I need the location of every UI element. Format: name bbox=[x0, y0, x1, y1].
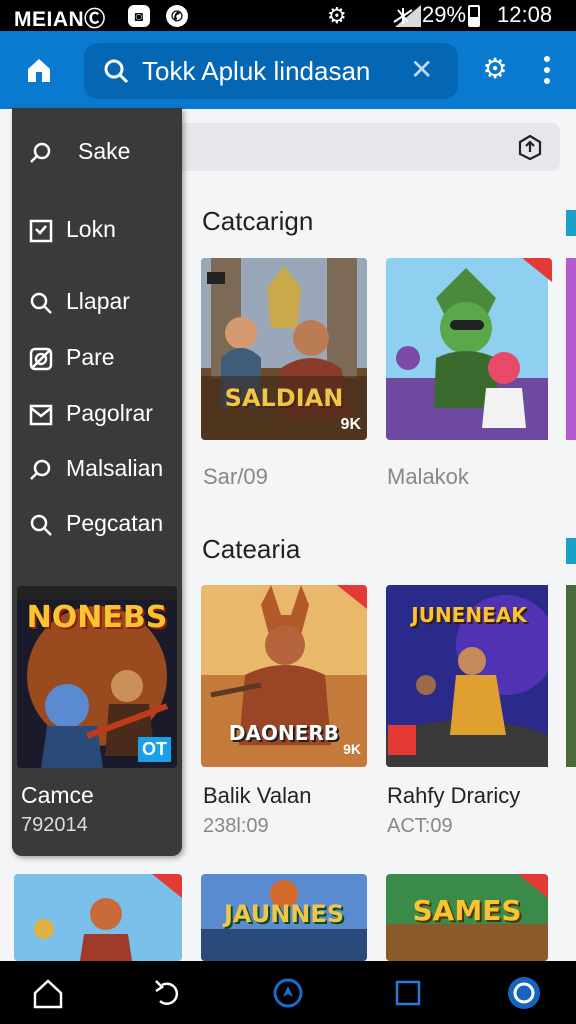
card-art-title: SALDIAN bbox=[224, 384, 344, 412]
search-icon bbox=[30, 514, 52, 536]
section-title: Catearia bbox=[202, 534, 301, 564]
game-card-image[interactable]: SAMES bbox=[386, 874, 548, 961]
settings-status-icon: ⚙ bbox=[327, 3, 347, 28]
search-icon bbox=[104, 59, 129, 84]
battery-percent: 29% bbox=[422, 2, 467, 27]
game-card-image[interactable]: JUNENEAK bbox=[386, 585, 552, 767]
next-section-edge bbox=[566, 538, 576, 564]
system-navigation-bar bbox=[0, 961, 576, 1024]
recents-icon[interactable] bbox=[390, 975, 426, 1011]
card-title[interactable]: Malakok bbox=[387, 464, 469, 490]
game-card-image[interactable]: SALDIAN 9K bbox=[201, 258, 367, 440]
section-title: Catcarign bbox=[202, 206, 314, 236]
search-icon bbox=[30, 459, 51, 480]
back-icon[interactable] bbox=[150, 975, 186, 1011]
drawer-item-label: Llapar bbox=[66, 288, 130, 314]
card-badge: 9K bbox=[343, 741, 361, 757]
message-icon: ✆ bbox=[166, 5, 188, 27]
game-card-image[interactable]: JAUNNES bbox=[201, 874, 367, 961]
featured-game-subtitle: 792014 bbox=[21, 814, 88, 836]
drawer-item-label: Pegcatan bbox=[66, 510, 164, 536]
game-card-image[interactable] bbox=[386, 258, 552, 440]
drawer-item-label: Lokn bbox=[66, 216, 116, 242]
search-input[interactable]: Tokk Apluk lindasan bbox=[142, 56, 370, 87]
status-time: 12:08 bbox=[497, 2, 553, 27]
next-card-edge[interactable] bbox=[566, 258, 576, 440]
featured-game-image[interactable]: NONEBS OT bbox=[17, 586, 177, 768]
card-title[interactable]: Sar/09 bbox=[203, 464, 268, 490]
more-vert-icon[interactable] bbox=[536, 53, 558, 87]
signal-icon bbox=[395, 5, 421, 27]
drawer-item[interactable]: Pare bbox=[12, 336, 182, 380]
secondary-search-bar[interactable] bbox=[150, 123, 560, 171]
drawer-item[interactable]: Pagolrar bbox=[12, 392, 182, 436]
next-section-edge bbox=[566, 210, 576, 236]
search-icon bbox=[30, 292, 52, 314]
gear-icon[interactable]: ⚙ bbox=[481, 55, 509, 83]
home-nav-icon[interactable] bbox=[30, 975, 66, 1011]
assistant-icon[interactable] bbox=[270, 975, 306, 1011]
drawer-item-label: Pagolrar bbox=[66, 400, 153, 426]
drawer-item-label: Malsalian bbox=[66, 455, 164, 481]
drawer-item[interactable]: Llapar bbox=[12, 280, 182, 324]
featured-art-title: NONEBS bbox=[26, 600, 168, 635]
card-art-title: JAUNNES bbox=[223, 900, 345, 928]
card-subtitle: 238l:09 bbox=[203, 815, 269, 837]
account-icon[interactable] bbox=[506, 975, 542, 1011]
game-card-image[interactable]: DAONERB 9K bbox=[201, 585, 367, 767]
checkbox-icon bbox=[29, 219, 53, 243]
status-bar: MEIANⒸ ◙ ✆ ⚙ 29% 12:08 bbox=[0, 0, 576, 31]
drawer-item[interactable]: Lokn bbox=[12, 208, 182, 252]
navigation-drawer: Sake Lokn Llapar Pare Pagolrar Malsalian… bbox=[12, 108, 182, 856]
featured-badge: OT bbox=[138, 737, 171, 762]
share-icon[interactable] bbox=[518, 134, 542, 160]
card-badge: 9K bbox=[340, 416, 361, 433]
card-art-title: SAMES bbox=[412, 894, 522, 927]
home-icon[interactable] bbox=[24, 55, 54, 85]
drawer-item-label: Pare bbox=[66, 344, 115, 370]
drawer-item[interactable]: Sake bbox=[12, 130, 182, 174]
card-title[interactable]: Rahfy Draricy bbox=[387, 783, 520, 809]
drawer-item[interactable]: Malsalian bbox=[12, 447, 182, 491]
featured-game-title[interactable]: Camce bbox=[21, 782, 94, 809]
clear-icon[interactable]: ✕ bbox=[410, 53, 433, 86]
game-card-image[interactable] bbox=[14, 874, 182, 961]
drawer-item[interactable]: Pegcatan bbox=[12, 502, 182, 546]
card-subtitle: ACT:09 bbox=[387, 815, 453, 837]
next-card-edge[interactable] bbox=[566, 585, 576, 767]
mail-icon bbox=[29, 404, 53, 426]
notification-icon: ◙ bbox=[128, 5, 150, 27]
status-brand: MEIANⒸ bbox=[14, 8, 106, 31]
card-art-title: JUNENEAK bbox=[411, 603, 527, 627]
drawer-item-label: Sake bbox=[78, 138, 131, 164]
card-art-title: DAONERB bbox=[228, 721, 340, 745]
app-bar: Tokk Apluk lindasan ✕ ⚙ bbox=[0, 31, 576, 109]
card-title[interactable]: Balik Valan bbox=[203, 783, 311, 809]
search-field[interactable]: Tokk Apluk lindasan ✕ bbox=[84, 43, 458, 99]
search-icon bbox=[30, 142, 51, 163]
battery-icon bbox=[468, 5, 480, 27]
blocked-icon bbox=[29, 347, 53, 371]
